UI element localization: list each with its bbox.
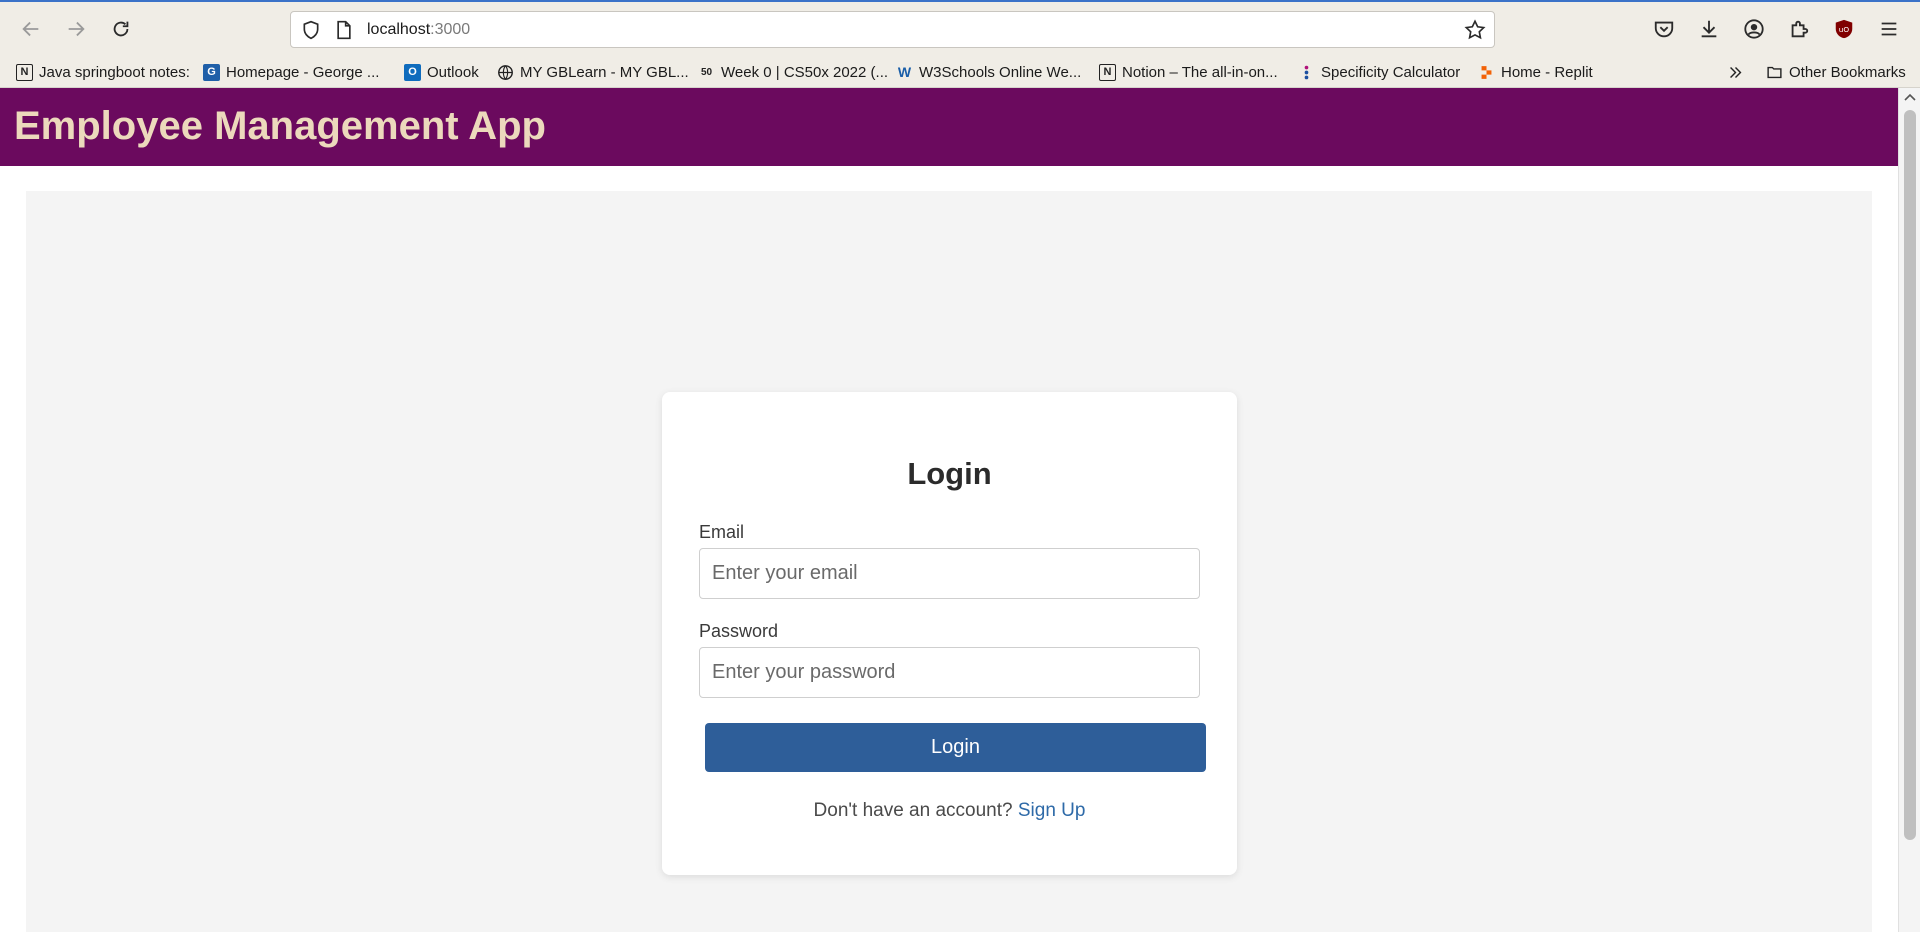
bookmark-label: W3Schools Online We...	[919, 63, 1082, 81]
bookmark-label: Outlook	[427, 63, 479, 81]
double-chevron-right-icon	[1730, 66, 1742, 78]
bookmark-label: Java springboot notes:	[39, 63, 190, 81]
bookmark-star-icon[interactable]	[1464, 19, 1486, 41]
bookmark-label: Specificity Calculator	[1321, 63, 1461, 81]
url-host: localhost	[367, 21, 431, 38]
app-title: Employee Management App	[14, 104, 546, 148]
bookmark-item[interactable]: MY GBLearn - MY GBL...	[497, 61, 689, 83]
bookmark-item[interactable]: N Notion – The all-in-on...	[1099, 61, 1278, 83]
password-label: Password	[699, 621, 779, 641]
hamburger-menu-icon	[1881, 22, 1897, 36]
pocket-icon	[1654, 21, 1674, 38]
account-icon	[1744, 19, 1764, 39]
back-button[interactable]	[16, 14, 46, 44]
other-bookmarks-label: Other Bookmarks	[1789, 63, 1906, 81]
globe-icon	[498, 64, 513, 80]
bookmarks-bar: N Java springboot notes: G Homepage - Ge…	[0, 55, 1920, 88]
reload-icon	[113, 21, 129, 37]
bookmark-label: Homepage - George ...	[226, 63, 380, 81]
outlook-icon: O	[404, 63, 421, 81]
back-arrow-icon	[22, 21, 39, 37]
url-bar[interactable]: localhost:3000	[290, 11, 1495, 48]
bookmark-item[interactable]: N Java springboot notes:	[16, 61, 190, 83]
bookmark-item[interactable]: 50 Week 0 | CS50x 2022 (...	[698, 61, 888, 83]
downloads-button[interactable]	[1696, 16, 1722, 42]
george-brown-icon: G	[203, 63, 220, 81]
vertical-scrollbar[interactable]	[1898, 88, 1920, 932]
specificity-icon	[1304, 65, 1309, 79]
bookmark-item[interactable]: G Homepage - George ...	[203, 61, 379, 83]
extensions-button[interactable]	[1786, 16, 1812, 42]
bookmark-item[interactable]: Home - Replit	[1478, 61, 1593, 83]
main-content: Login Email Password Login Don't have an…	[26, 191, 1872, 932]
bookmark-label: Home - Replit	[1501, 63, 1593, 81]
scroll-up-arrow-icon[interactable]	[1904, 92, 1916, 102]
w3schools-icon: W	[897, 64, 912, 80]
scrollbar-thumb[interactable]	[1904, 110, 1916, 840]
page-info-icon[interactable]	[335, 20, 353, 40]
url-text[interactable]: localhost:3000	[367, 21, 470, 39]
ublock-origin-icon: uO	[1835, 19, 1853, 39]
email-field[interactable]	[699, 548, 1200, 599]
reload-button[interactable]	[106, 14, 136, 44]
url-port: :3000	[430, 21, 471, 38]
signup-prompt: Don't have an account? Sign Up	[662, 800, 1237, 822]
login-title: Login	[907, 456, 992, 491]
other-bookmarks-folder[interactable]: Other Bookmarks	[1766, 61, 1906, 83]
signup-link[interactable]: Sign Up	[1018, 800, 1086, 821]
browser-toolbar: localhost:3000 uO	[0, 0, 1920, 55]
bookmark-item[interactable]: O Outlook	[404, 61, 479, 83]
shield-icon[interactable]	[301, 20, 321, 40]
forward-arrow-icon	[68, 21, 85, 37]
bookmark-item[interactable]: Specificity Calculator	[1298, 61, 1460, 83]
ublock-button[interactable]: uO	[1831, 16, 1857, 42]
cs50-icon: 50	[700, 66, 713, 78]
replit-icon	[1481, 65, 1492, 79]
page-viewport: Employee Management App Login Email Pass…	[0, 88, 1920, 932]
forward-button[interactable]	[61, 14, 91, 44]
download-icon	[1701, 20, 1717, 38]
svg-text:uO: uO	[1839, 25, 1850, 34]
more-bookmarks-button[interactable]	[1727, 61, 1744, 83]
account-button[interactable]	[1741, 16, 1767, 42]
login-card: Login Email Password Login Don't have an…	[662, 392, 1237, 875]
bookmark-label: Notion – The all-in-on...	[1122, 63, 1278, 81]
app-header: Employee Management App	[0, 88, 1898, 166]
folder-icon	[1767, 66, 1782, 78]
notion-icon: N	[1099, 63, 1116, 81]
puzzle-icon	[1791, 20, 1809, 38]
email-label: Email	[699, 522, 745, 542]
menu-button[interactable]	[1876, 16, 1902, 42]
signup-prompt-text: Don't have an account?	[813, 800, 1013, 821]
notion-icon: N	[16, 63, 33, 81]
password-field[interactable]	[699, 647, 1200, 698]
bookmark-label: MY GBLearn - MY GBL...	[520, 63, 689, 81]
bookmark-label: Week 0 | CS50x 2022 (...	[721, 63, 889, 81]
pocket-button[interactable]	[1651, 16, 1677, 42]
bookmark-item[interactable]: W W3Schools Online We...	[896, 61, 1081, 83]
login-button[interactable]: Login	[705, 723, 1206, 772]
